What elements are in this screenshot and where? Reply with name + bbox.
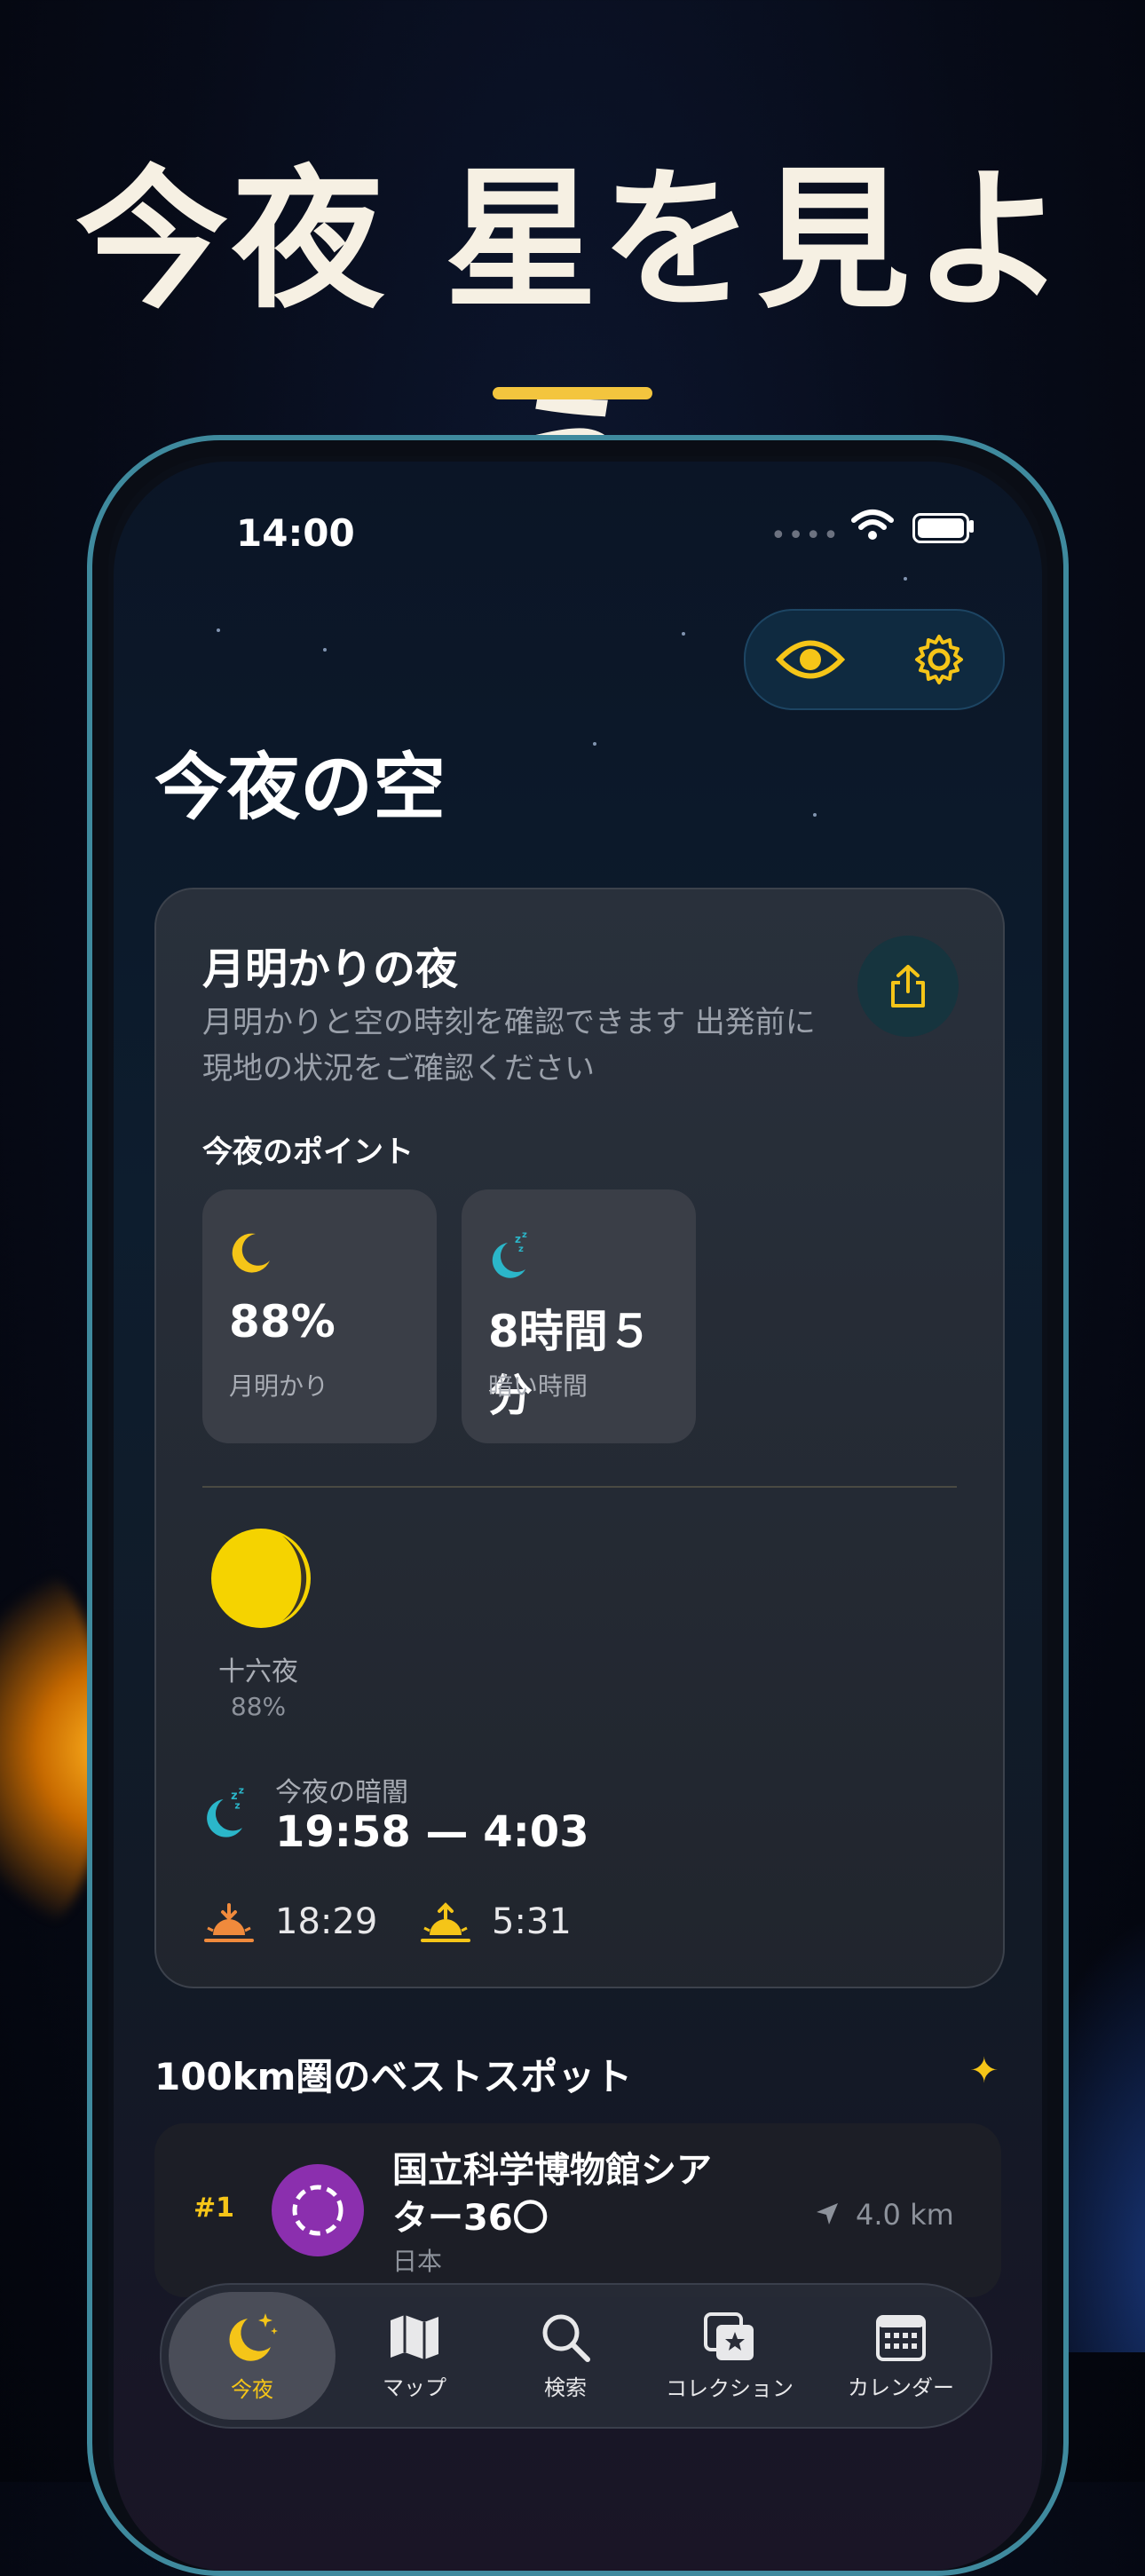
- gear-icon: [914, 635, 963, 684]
- sunset-icon: [204, 1903, 254, 1942]
- star: [323, 648, 327, 652]
- visibility-button[interactable]: [770, 620, 850, 699]
- svg-text:z: z: [522, 1230, 527, 1240]
- stat-tile-moonlight: 88% 月明かり: [202, 1189, 437, 1443]
- moon-stars-icon: [229, 2312, 278, 2361]
- headline-underline: [493, 387, 652, 399]
- sleep-moon-icon: z z z: [207, 1786, 244, 1837]
- spot-country: 日本: [392, 2247, 443, 2276]
- signal-dots-icon: ••••: [770, 520, 841, 551]
- search-icon: [542, 2314, 590, 2362]
- divider: [202, 1486, 957, 1488]
- battery-icon: [912, 513, 969, 543]
- svg-text:z: z: [239, 1786, 244, 1797]
- map-icon: [391, 2314, 438, 2359]
- tab-map[interactable]: マップ: [339, 2285, 490, 2427]
- wifi-icon: [851, 510, 894, 540]
- star: [904, 577, 907, 581]
- settings-button[interactable]: [899, 620, 979, 699]
- page-title: 今夜の空: [154, 746, 446, 830]
- sunrise-icon: [421, 1902, 470, 1942]
- svg-text:z: z: [518, 1245, 524, 1254]
- spots-title: 100km圏のベストスポット: [154, 2055, 633, 2098]
- moon-phase-icon: [211, 1529, 311, 1628]
- battery-tip: [969, 520, 974, 533]
- spot-distance: 4.0 km: [856, 2198, 954, 2232]
- moon-phase-percent: 88%: [230, 1692, 287, 1721]
- tab-tonight[interactable]: 今夜: [169, 2292, 336, 2420]
- tab-label: 今夜: [231, 2376, 273, 2402]
- star: [593, 742, 596, 746]
- points-label: 今夜のポイント: [202, 1134, 414, 1170]
- calendar-icon: [876, 2314, 926, 2361]
- svg-text:z: z: [515, 1233, 521, 1245]
- svg-text:z: z: [234, 1800, 240, 1812]
- sleep-moon-icon: z z z: [492, 1230, 527, 1278]
- card-title: 月明かりの夜: [202, 944, 459, 994]
- collection-icon: [704, 2311, 754, 2360]
- sunset-time: 18:29: [275, 1901, 378, 1942]
- location-arrow-icon: [817, 2203, 838, 2224]
- stat-value: 8時間５分: [488, 1306, 652, 1421]
- phone-frame: 14:00 •••• 今夜の空 月明かりの夜 月明かりと空の時刻を確認できます …: [87, 435, 1069, 2576]
- crescent-moon-icon: [232, 1233, 270, 1273]
- tab-bar: 今夜 マップ 検索 コレクション カレンダー: [160, 2283, 992, 2429]
- stat-tile-dark-time: z z z 8時間５分 暗い時間: [462, 1189, 696, 1443]
- darkness-label: 今夜の暗闇: [275, 1777, 408, 1808]
- eye-icon: [775, 640, 845, 679]
- darkness-value: 19:58 — 4:03: [275, 1807, 589, 1857]
- tonight-card: 月明かりの夜 月明かりと空の時刻を確認できます 出発前に現地の状況をご確認くださ…: [154, 888, 1005, 1988]
- spot-row[interactable]: #1 国立科学博物館シアター36〇 日本 4.0 km: [154, 2123, 1001, 2297]
- sparkle-icon: ✦: [969, 2051, 999, 2091]
- top-action-pill: [744, 609, 1005, 710]
- tab-label: カレンダー: [848, 2375, 954, 2400]
- star: [682, 632, 685, 636]
- tab-collection[interactable]: コレクション: [641, 2285, 818, 2427]
- star: [217, 628, 220, 632]
- share-icon: [891, 965, 925, 1007]
- card-subtitle: 月明かりと空の時刻を確認できます 出発前に現地の状況をご確認ください: [202, 1005, 816, 1087]
- sunrise-time: 5:31: [492, 1901, 572, 1942]
- stat-label: 月明かり: [229, 1371, 329, 1401]
- tab-search[interactable]: 検索: [490, 2285, 641, 2427]
- dashed-circle-icon: [292, 2185, 344, 2236]
- tab-calendar[interactable]: カレンダー: [818, 2285, 983, 2427]
- tab-label: 検索: [544, 2375, 587, 2400]
- phone-screen: 14:00 •••• 今夜の空 月明かりの夜 月明かりと空の時刻を確認できます …: [114, 462, 1042, 2571]
- stat-label: 暗い時間: [488, 1371, 588, 1401]
- spot-name: 国立科学博物館シアター36〇: [392, 2150, 712, 2239]
- tab-label: マップ: [383, 2375, 446, 2400]
- star: [813, 813, 817, 817]
- tab-label: コレクション: [666, 2375, 794, 2401]
- share-button[interactable]: [857, 936, 959, 1037]
- status-time: 14:00: [236, 511, 355, 555]
- spot-rank: #1: [193, 2193, 235, 2224]
- spot-avatar: [272, 2164, 364, 2256]
- stat-value: 88%: [229, 1296, 336, 1347]
- moon-phase-name: 十六夜: [218, 1656, 298, 1687]
